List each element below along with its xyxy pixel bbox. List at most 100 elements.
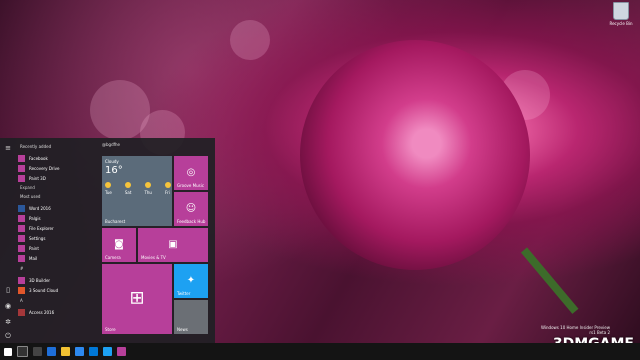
app-label: Settings [29, 235, 46, 241]
tile-label: Groove Music [177, 183, 205, 188]
file-explorer-icon [18, 224, 25, 232]
palgis-icon [18, 214, 25, 222]
recycle-bin-label: Recycle Bin [609, 21, 633, 26]
sun-icon [164, 182, 171, 188]
weather-tile[interactable]: Cloudy 16° Tue Sat Thu Fri Bucharest [102, 156, 172, 226]
file-explorer-icon[interactable] [61, 347, 70, 356]
app-item[interactable]: Paint 3D [18, 173, 98, 183]
app-item[interactable]: Paint [18, 243, 98, 253]
app-label: Palgis [29, 215, 41, 221]
sun-icon [145, 182, 152, 188]
app-item[interactable]: 3 Sound Cloud [18, 285, 98, 295]
facebook-icon [18, 154, 25, 162]
flower [300, 40, 530, 270]
twitter-icon[interactable] [103, 347, 112, 356]
recovery-drive-icon [18, 164, 25, 172]
document-icon[interactable]: ▯ [4, 286, 12, 294]
tile-label: Feedback Hub [177, 219, 206, 224]
feedback-hub-icon: ☺ [185, 202, 197, 214]
app-icon[interactable] [117, 347, 126, 356]
app-item[interactable]: Word 2016 [18, 203, 98, 213]
sound-cloud-icon [18, 286, 25, 294]
tile-group-header: @bgdfhe [102, 142, 121, 147]
tile-label: News [177, 327, 188, 332]
app-item[interactable]: Recovery Drive [18, 163, 98, 173]
access-icon [18, 308, 25, 316]
groove-music-tile[interactable]: ◎ Groove Music [174, 156, 208, 190]
weather-forecast: Tue Sat Thu Fri [105, 180, 171, 195]
news-tile[interactable]: News [174, 300, 208, 334]
camera-icon: ◙ [114, 238, 124, 250]
build-watermark: Windows 10 Home Insider Preview rs1 Beta… [541, 325, 610, 335]
start-rail: ≡ ▯ ◉ ✲ ⏻ [0, 138, 16, 343]
mail-icon[interactable] [89, 347, 98, 356]
watermark-line2: rs1 Beta 2 [589, 330, 610, 335]
sun-icon [105, 182, 112, 188]
app-item[interactable]: Settings [18, 233, 98, 243]
app-label: Paint [29, 245, 39, 251]
app-item[interactable]: Palgis [18, 213, 98, 223]
store-tile[interactable]: ⊞ Store [102, 264, 172, 334]
tile-area: @bgdfhe Cloudy 16° Tue Sat Thu Fri Bucha… [100, 142, 212, 334]
app-label: 3 Sound Cloud [29, 287, 59, 293]
tile-label: Twitter [177, 291, 191, 296]
store-icon: ⊞ [129, 287, 145, 309]
forecast-day-label: Tue [105, 190, 112, 195]
weather-location: Bucharest [105, 219, 126, 224]
forecast-day-label: Fri [164, 190, 170, 195]
app-label: Paint 3D [29, 175, 46, 181]
app-item[interactable]: Access 2016 [18, 307, 98, 317]
a-header[interactable]: A [20, 298, 98, 304]
app-label: Recovery Drive [29, 165, 60, 171]
paint-3d-icon [18, 174, 25, 182]
recycle-bin-icon[interactable]: Recycle Bin [606, 2, 636, 26]
start-icon[interactable] [4, 347, 12, 356]
app-label: Access 2016 [29, 309, 55, 315]
movies-tv-tile[interactable]: ▣ Movies & TV [138, 228, 208, 262]
forecast-day-label: Thu [144, 190, 152, 195]
app-label: File Explorer [29, 225, 54, 231]
search-icon[interactable] [17, 346, 28, 357]
most-used-header: Most used [20, 194, 41, 199]
tile-label: Store [105, 327, 116, 332]
groove-music-icon: ◎ [186, 166, 196, 178]
recently-added-header: Recently added [20, 144, 52, 149]
sun-icon [125, 182, 132, 188]
edge-icon[interactable] [47, 347, 56, 356]
power-icon[interactable]: ⏻ [4, 332, 12, 340]
feedback-hub-tile[interactable]: ☺ Feedback Hub [174, 192, 208, 226]
movies-tv-icon: ▣ [168, 238, 178, 250]
app-item[interactable]: Facebook [18, 153, 98, 163]
expand-link[interactable]: Expand [20, 185, 98, 190]
task-view-icon[interactable] [33, 347, 42, 356]
app-label: Facebook [29, 155, 48, 161]
app-item[interactable]: File Explorer [18, 223, 98, 233]
3d-builder-icon [18, 276, 25, 284]
recycle-bin-glyph [613, 2, 629, 20]
settings-icon [18, 234, 25, 242]
forecast-day: Tue [105, 180, 112, 195]
app-item[interactable]: 3D Builder [18, 275, 98, 285]
store-icon[interactable] [75, 347, 84, 356]
start-menu: ≡ ▯ ◉ ✲ ⏻ Recently added Facebook Recove… [0, 138, 215, 343]
gear-icon[interactable]: ✲ [4, 318, 12, 326]
mail-icon [18, 254, 25, 262]
forecast-day: Sat [125, 180, 132, 195]
hamburger-icon[interactable]: ≡ [4, 144, 12, 152]
paint-icon [18, 244, 25, 252]
twitter-tile[interactable]: ✦ Twitter [174, 264, 208, 298]
twitter-icon: ✦ [186, 274, 196, 286]
hash-header[interactable]: # [20, 266, 98, 272]
user-icon[interactable]: ◉ [4, 302, 12, 310]
forecast-day: Thu [144, 180, 152, 195]
app-item[interactable]: Mail [18, 253, 98, 263]
tile-label: Camera [105, 255, 121, 260]
flower-stem [520, 247, 579, 314]
tile-label: Movies & TV [141, 255, 166, 260]
app-label: 3D Builder [29, 277, 51, 283]
app-label: Mail [29, 255, 38, 261]
camera-tile[interactable]: ◙ Camera [102, 228, 136, 262]
word-icon [18, 204, 25, 212]
weather-temp: 16° [105, 165, 123, 176]
bokeh-light [230, 20, 270, 60]
